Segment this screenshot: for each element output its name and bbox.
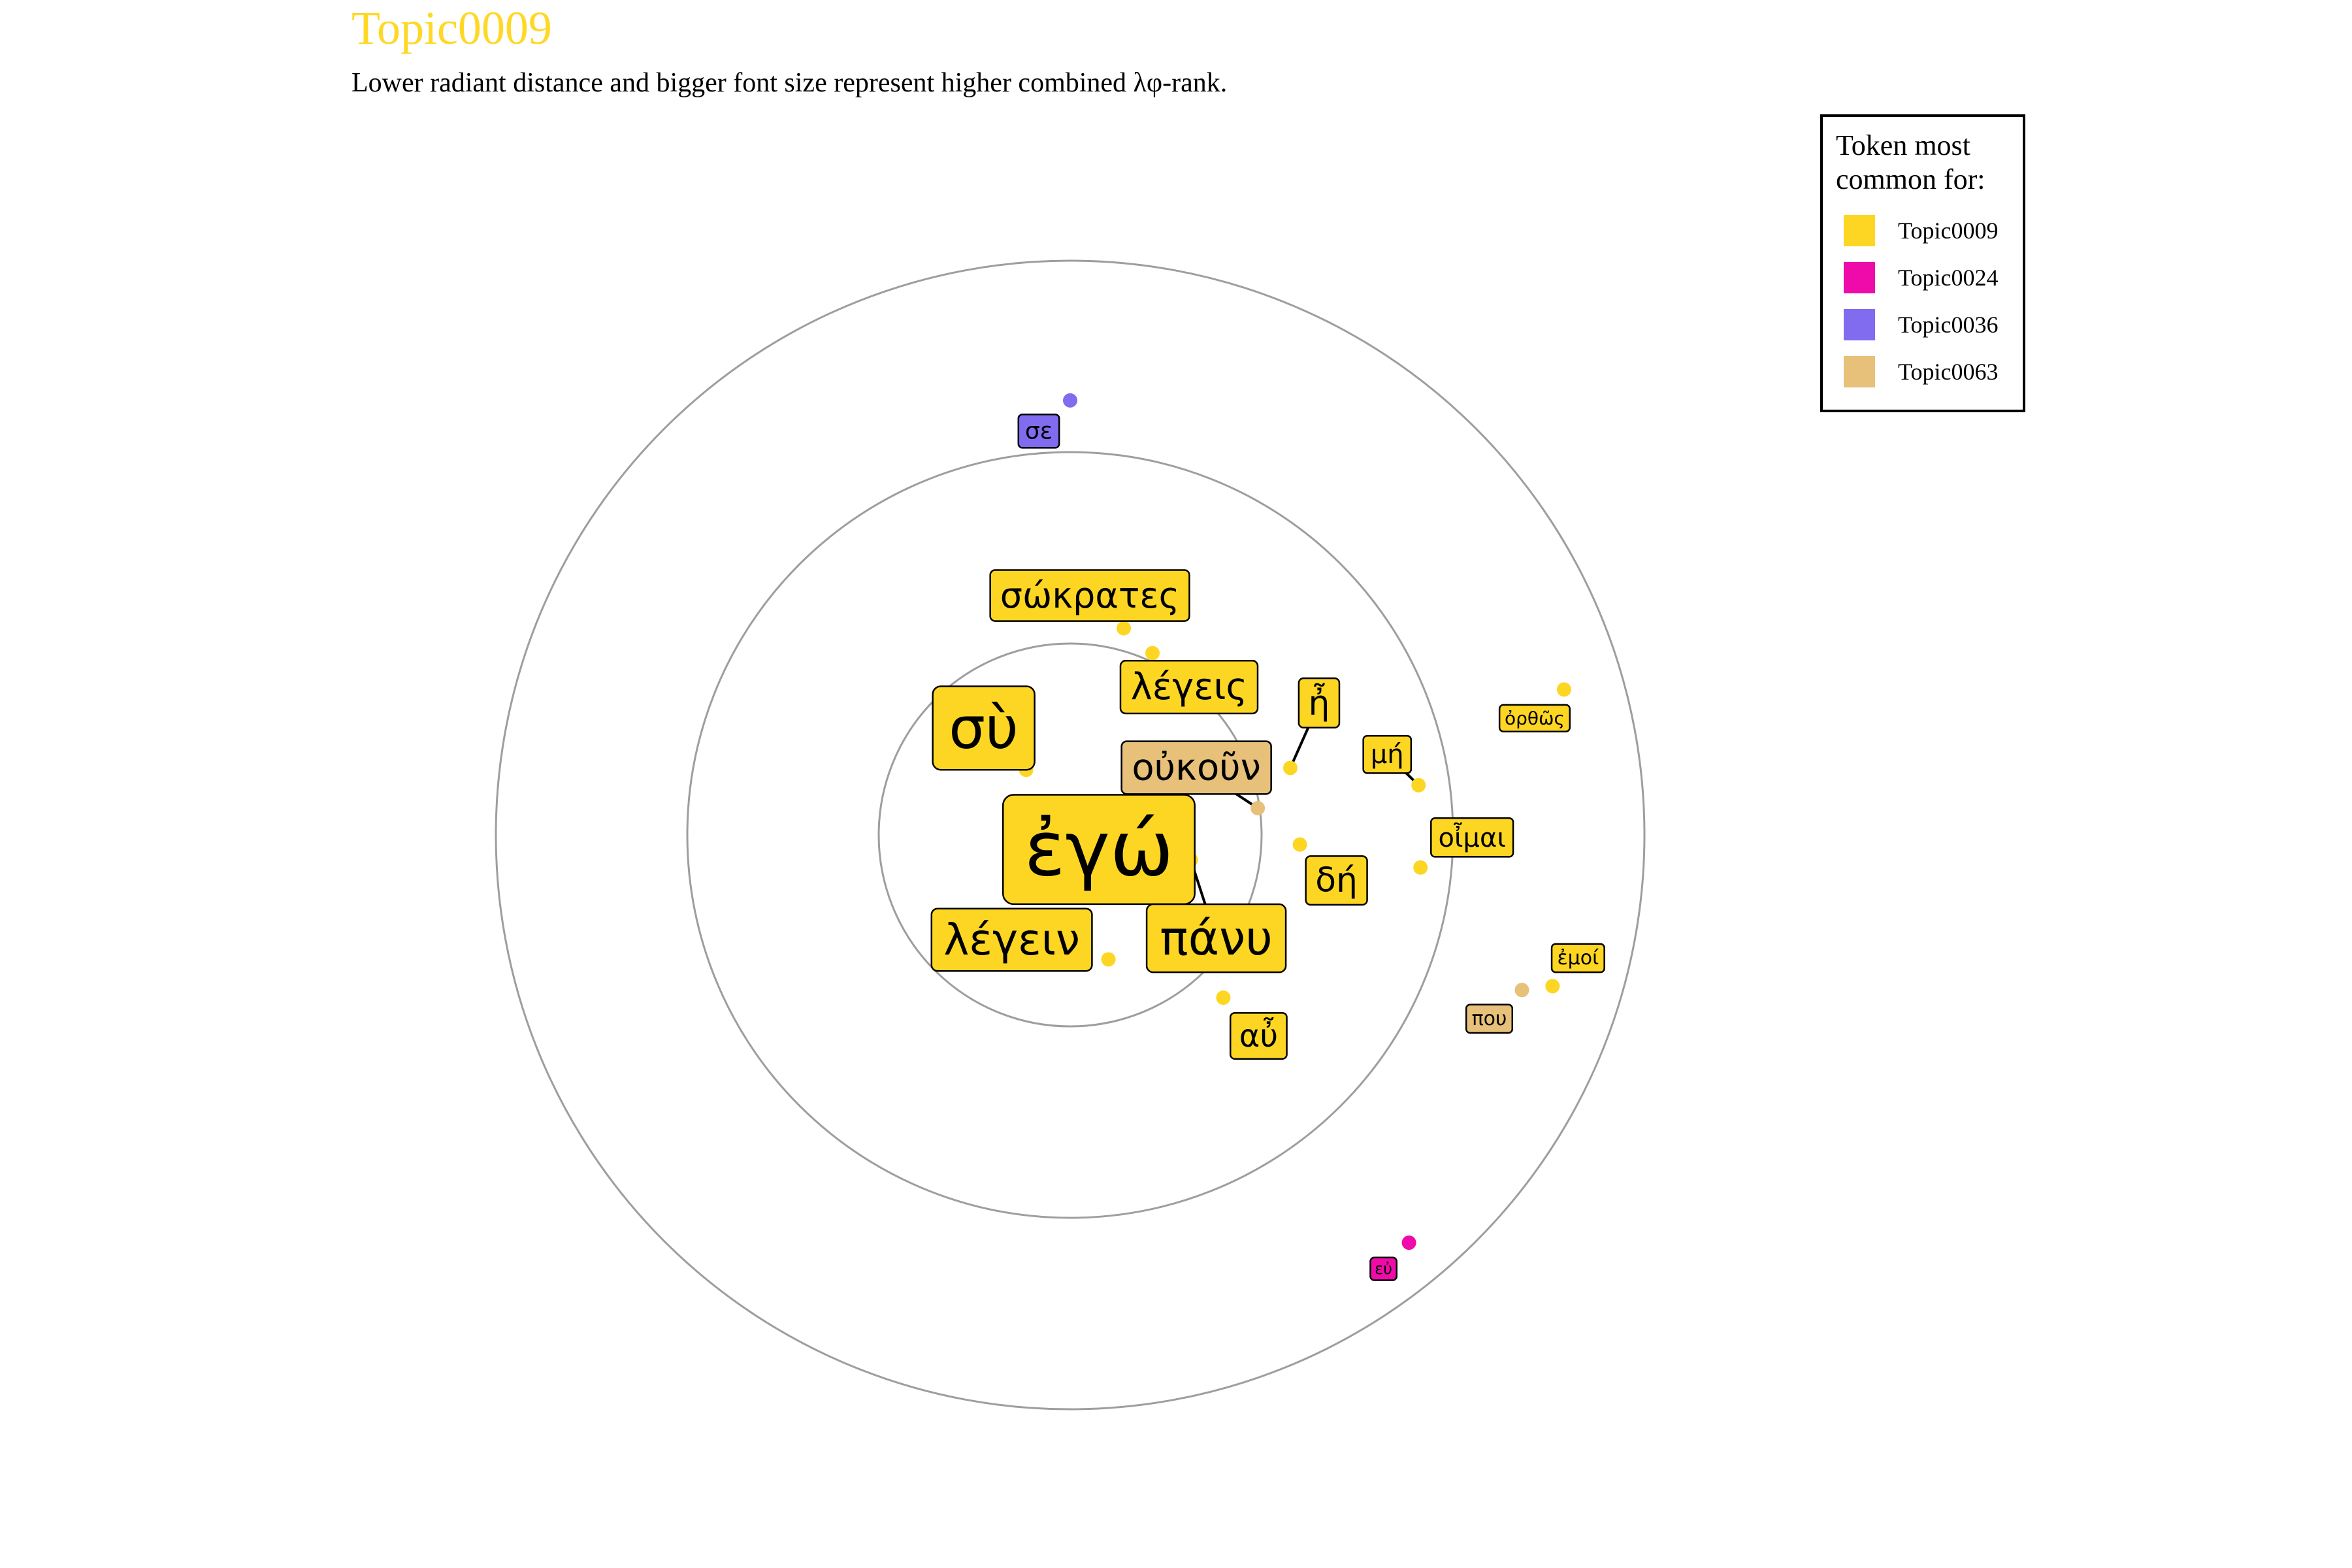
point-16: [1556, 682, 1571, 697]
token-label-text: δή: [1315, 861, 1358, 900]
legend-label-1: Topic0009: [1898, 218, 1998, 244]
legend-swatch-2: [1844, 262, 1875, 293]
token-label-text: λέγεις: [1131, 666, 1248, 708]
token-label-text: οἶμαι: [1439, 822, 1506, 853]
token-label-6: λέγεις: [1119, 660, 1259, 715]
legend-label-2: Topic0024: [1898, 265, 1998, 291]
token-label-16: ὀρθῶς: [1498, 704, 1571, 732]
legend-label-3: Topic0036: [1898, 312, 1998, 338]
token-label-text: ἐμοί: [1557, 947, 1599, 970]
token-label-text: σε: [1025, 417, 1053, 444]
point-11: [1411, 777, 1426, 792]
legend: Token most common for: Topic0009 Topic002…: [1820, 114, 2025, 412]
radial-rank-chart: Topic0009 Lower radiant distance and big…: [351, 2, 2025, 1411]
token-label-1: ἐγώ: [1002, 794, 1196, 906]
token-label-4: λέγειν: [930, 907, 1093, 972]
point-17: [1401, 1235, 1416, 1250]
token-label-text: εὐ: [1375, 1260, 1392, 1278]
token-label-text: οὐκοῦν: [1132, 746, 1261, 789]
point-4: [1101, 952, 1116, 967]
token-label-2: σὺ: [932, 685, 1036, 771]
legend-swatch-3: [1844, 309, 1875, 340]
token-label-text: που: [1472, 1007, 1507, 1030]
token-label-15: ἐμοί: [1550, 943, 1605, 973]
token-label-7: σώκρατες: [989, 569, 1190, 622]
token-label-17: εὐ: [1369, 1256, 1398, 1281]
token-label-text: πάνυ: [1160, 911, 1273, 966]
token-label-text: ἦ: [1308, 683, 1330, 723]
token-label-5: οὐκοῦν: [1120, 740, 1272, 795]
point-10: [1216, 990, 1231, 1005]
token-labels: ἐγώσὺ πάνυ λέγειν οὐκοῦν λέγεις σώκρατες ἦ δή αὖ…: [930, 414, 1605, 1281]
point-5: [1250, 800, 1266, 815]
token-label-text: μή: [1371, 740, 1404, 770]
token-label-text: ὀρθῶς: [1505, 708, 1565, 729]
token-label-8: ἦ: [1298, 677, 1341, 728]
chart-subtitle: Lower radiant distance and bigger font s…: [351, 68, 1227, 98]
point-9: [1292, 837, 1307, 852]
token-label-9: δή: [1305, 855, 1368, 906]
point-13: [1063, 393, 1077, 408]
token-label-text: λέγειν: [943, 915, 1080, 965]
legend-swatch-4: [1844, 356, 1875, 387]
point-7: [1117, 621, 1132, 636]
legend-label-4: Topic0063: [1898, 359, 1998, 385]
token-label-text: σώκρατες: [1000, 575, 1180, 616]
point-14: [1514, 983, 1529, 998]
token-label-3: πάνυ: [1145, 903, 1287, 973]
point-12: [1413, 860, 1428, 875]
token-label-14: που: [1465, 1004, 1514, 1034]
token-label-10: αὖ: [1229, 1012, 1288, 1060]
point-8: [1282, 760, 1298, 776]
legend-title-line-2: common for:: [1836, 163, 1985, 195]
legend-swatch-1: [1844, 215, 1875, 246]
token-label-text: ἐγώ: [1024, 806, 1174, 894]
point-6: [1145, 645, 1160, 661]
token-label-13: σε: [1017, 414, 1060, 449]
point-15: [1545, 979, 1560, 994]
token-label-12: οἶμαι: [1430, 817, 1514, 858]
legend-title-line-1: Token most: [1836, 129, 1970, 161]
token-label-text: σὺ: [949, 694, 1019, 762]
chart-title: Topic0009: [351, 2, 552, 54]
token-label-text: αὖ: [1239, 1017, 1278, 1054]
token-label-11: μή: [1362, 734, 1413, 774]
